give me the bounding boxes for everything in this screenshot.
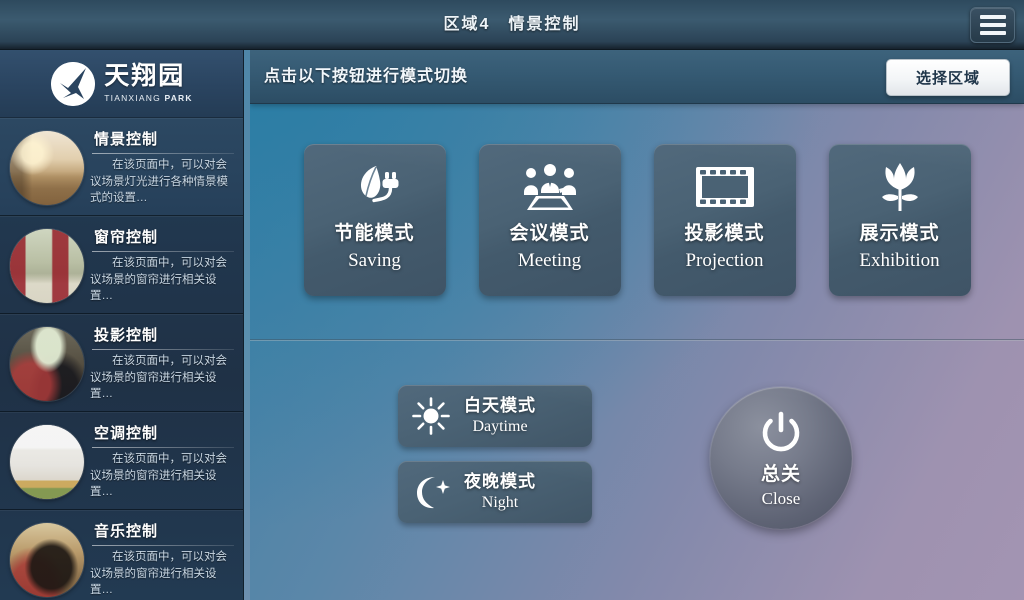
mode-label-en: Saving bbox=[348, 250, 401, 271]
sidebar: 天翔园 TIANXIANG PARK 情景控制 在该页面中，可以对会议场景灯光进… bbox=[0, 50, 244, 600]
time-mode-label-cn: 夜晚模式 bbox=[464, 472, 536, 491]
moon-star-icon bbox=[398, 472, 464, 512]
sidebar-item-curtain-control[interactable]: 窗帘控制 在该页面中，可以对会议场景的窗帘进行相关设置… bbox=[0, 216, 243, 314]
time-mode-label-en: Daytime bbox=[472, 418, 528, 435]
hamburger-menu-icon bbox=[979, 31, 1006, 35]
mode-label-en: Exhibition bbox=[859, 250, 940, 271]
sidebar-item-text: 窗帘控制 在该页面中，可以对会议场景的窗帘进行相关设置… bbox=[90, 226, 236, 305]
sidebar-item-music-control[interactable]: 音乐控制 在该页面中，可以对会议场景的窗帘进行相关设置… bbox=[0, 510, 243, 600]
divider bbox=[92, 349, 234, 350]
sidebar-item-description: 在该页面中，可以对会议场景的窗帘进行相关设置… bbox=[90, 355, 227, 401]
air-conditioner-photo-thumbnail bbox=[10, 425, 84, 499]
sidebar-item-label: 音乐控制 bbox=[94, 523, 159, 540]
mode-card-projection[interactable]: 投影模式 Projection bbox=[653, 144, 796, 296]
hamburger-menu-button[interactable] bbox=[970, 7, 1015, 43]
night-label-group: 夜晚模式 Night bbox=[464, 473, 536, 511]
film-strip-icon bbox=[694, 150, 756, 224]
page-title: 区域4 情景控制 bbox=[443, 16, 581, 33]
sidebar-item-description: 在该页面中，可以对会议场景的窗帘进行相关设置… bbox=[90, 551, 227, 597]
sidebar-item-description: 在该页面中，可以对会议场景的窗帘进行相关设置… bbox=[90, 257, 227, 303]
divider bbox=[92, 447, 234, 448]
sun-icon bbox=[398, 396, 464, 436]
night-mode-button[interactable]: 夜晚模式 Night bbox=[398, 461, 592, 523]
brand-name-cn: 天翔园 bbox=[104, 62, 186, 91]
divider bbox=[92, 251, 234, 252]
mode-label-en: Meeting bbox=[517, 250, 582, 271]
living-room-photo-thumbnail bbox=[10, 131, 84, 205]
headphones-listener-photo-thumbnail bbox=[10, 523, 84, 597]
top-bar: 区域4 情景控制 bbox=[0, 0, 1024, 50]
select-zone-button[interactable]: 选择区域 bbox=[886, 59, 1010, 96]
mode-card-row: 节能模式 Saving 会议模式 Meeting 投影模式 Projection… bbox=[250, 104, 1024, 336]
sidebar-item-description: 在该页面中，可以对会议场景的窗帘进行相关设置… bbox=[90, 453, 227, 499]
power-label-en: Close bbox=[761, 488, 801, 508]
mode-card-saving[interactable]: 节能模式 Saving bbox=[303, 144, 446, 296]
sidebar-item-label: 空调控制 bbox=[94, 425, 159, 442]
sidebar-item-text: 情景控制 在该页面中，可以对会议场景灯光进行各种情景模式的设置… bbox=[90, 128, 236, 207]
sidebar-item-air-conditioner-control[interactable]: 空调控制 在该页面中，可以对会议场景的窗帘进行相关设置… bbox=[0, 412, 243, 510]
projector-viewers-photo-thumbnail bbox=[10, 327, 84, 401]
brand-name-en: TIANXIANG PARK bbox=[104, 93, 193, 104]
mode-card-meeting[interactable]: 会议模式 Meeting bbox=[478, 144, 621, 296]
sidebar-item-text: 投影控制 在该页面中，可以对会议场景的窗帘进行相关设置… bbox=[90, 324, 236, 403]
daytime-label-group: 白天模式 Daytime bbox=[464, 397, 536, 435]
sidebar-item-description: 在该页面中，可以对会议场景灯光进行各种情景模式的设置… bbox=[90, 159, 228, 205]
sidebar-item-projection-control[interactable]: 投影控制 在该页面中，可以对会议场景的窗帘进行相关设置… bbox=[0, 314, 243, 412]
mode-label-cn: 会议模式 bbox=[509, 223, 590, 244]
divider bbox=[92, 153, 234, 154]
sidebar-item-text: 空调控制 在该页面中，可以对会议场景的窗帘进行相关设置… bbox=[90, 422, 236, 501]
divider bbox=[92, 545, 234, 546]
tulip-flower-icon bbox=[872, 150, 928, 224]
section-divider bbox=[250, 339, 1024, 341]
power-icon bbox=[758, 410, 804, 461]
sidebar-item-scene-control[interactable]: 情景控制 在该页面中，可以对会议场景灯光进行各种情景模式的设置… bbox=[0, 118, 243, 216]
mode-label-en: Projection bbox=[685, 250, 764, 271]
main-content: 点击以下按钮进行模式切换 选择区域 节能模式 Saving 会议模式 Meeti… bbox=[250, 50, 1024, 600]
sidebar-item-label: 投影控制 bbox=[94, 327, 159, 344]
sidebar-item-label: 窗帘控制 bbox=[94, 229, 159, 246]
mode-label-cn: 节能模式 bbox=[334, 223, 415, 244]
mode-label-cn: 展示模式 bbox=[859, 223, 940, 244]
mode-label-cn: 投影模式 bbox=[684, 223, 765, 244]
scene-control-app: 区域4 情景控制 天翔园 TIANXIANG PARK 情景控制 在该页面中，可… bbox=[0, 0, 1024, 600]
time-mode-group: 白天模式 Daytime 夜晚模式 Night bbox=[398, 385, 592, 523]
time-mode-label-cn: 白天模式 bbox=[464, 396, 536, 415]
time-mode-label-en: Night bbox=[481, 494, 519, 511]
sidebar-item-text: 音乐控制 在该页面中，可以对会议场景的窗帘进行相关设置… bbox=[90, 520, 236, 599]
brand-logo: 天翔园 TIANXIANG PARK bbox=[0, 50, 243, 118]
sidebar-item-label: 情景控制 bbox=[94, 131, 159, 148]
main-toolbar: 点击以下按钮进行模式切换 选择区域 bbox=[250, 50, 1024, 104]
mode-card-exhibition[interactable]: 展示模式 Exhibition bbox=[828, 144, 971, 296]
brand-text: 天翔园 TIANXIANG PARK bbox=[104, 64, 192, 103]
master-close-button[interactable]: 总关 Close bbox=[710, 387, 852, 529]
meeting-people-table-icon bbox=[520, 150, 580, 224]
hamburger-menu-icon bbox=[979, 15, 1006, 19]
tianxiang-park-swoosh-logo-icon bbox=[51, 61, 96, 106]
curtain-room-photo-thumbnail bbox=[10, 229, 84, 303]
leaf-plug-icon bbox=[347, 150, 403, 224]
daytime-mode-button[interactable]: 白天模式 Daytime bbox=[398, 385, 592, 447]
hamburger-menu-icon bbox=[979, 23, 1006, 27]
power-label-cn: 总关 bbox=[760, 463, 801, 485]
toolbar-hint: 点击以下按钮进行模式切换 bbox=[264, 68, 469, 85]
